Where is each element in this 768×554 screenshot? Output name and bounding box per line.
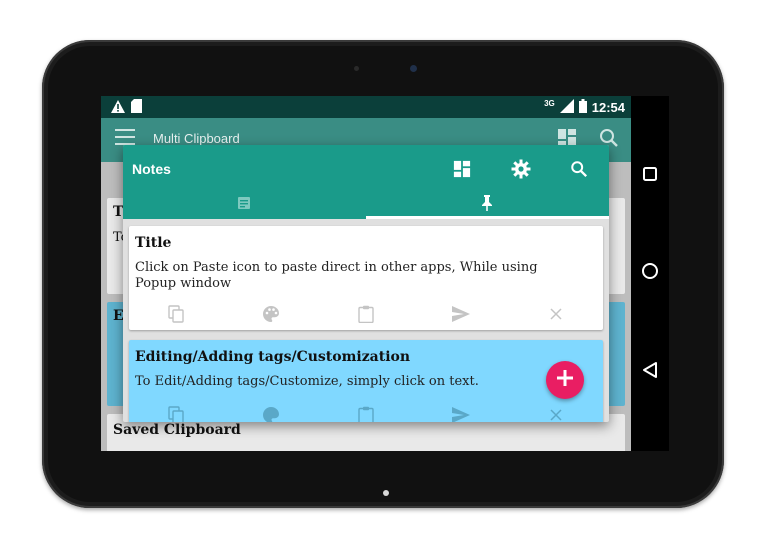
dashboard-icon[interactable] <box>450 157 474 181</box>
notification-led <box>383 490 389 496</box>
front-camera <box>410 65 417 72</box>
square-icon <box>643 166 657 186</box>
tab-notes[interactable] <box>123 191 365 219</box>
paste-icon[interactable] <box>356 304 376 324</box>
gear-icon[interactable] <box>509 157 533 181</box>
note-actions <box>129 302 603 326</box>
notes-popup: Notes Title Click on Paste icon to paste… <box>123 145 609 422</box>
palette-icon[interactable] <box>261 304 281 324</box>
sd-card-icon <box>131 99 142 118</box>
palette-icon[interactable] <box>261 405 281 422</box>
list-item-title: T <box>113 204 124 220</box>
navigation-bar <box>631 96 669 451</box>
signal-icon <box>559 99 574 116</box>
tab-indicator <box>366 216 609 219</box>
note-title[interactable]: Editing/Adding tags/Customization <box>135 349 410 365</box>
warning-icon <box>111 99 125 118</box>
recent-apps-button[interactable] <box>640 166 660 186</box>
note-body[interactable]: To Edit/Adding tags/Customize, simply cl… <box>135 374 575 390</box>
copy-icon[interactable] <box>166 405 186 422</box>
send-icon[interactable] <box>451 405 471 422</box>
pin-icon <box>481 194 493 216</box>
notes-icon <box>237 196 251 215</box>
popup-title: Notes <box>132 161 171 177</box>
plus-icon <box>556 369 574 392</box>
battery-icon <box>578 99 587 116</box>
back-triangle-icon <box>642 361 658 384</box>
circle-icon <box>641 262 659 285</box>
send-icon[interactable] <box>451 304 471 324</box>
paste-icon[interactable] <box>356 405 376 422</box>
note-card[interactable]: Title Click on Paste icon to paste direc… <box>129 226 603 330</box>
status-bar: 3G 12:54 <box>101 96 631 118</box>
note-title[interactable]: Title <box>135 235 171 251</box>
popup-header: Notes <box>123 145 609 219</box>
menu-icon[interactable] <box>115 129 135 145</box>
list-item-title: Saved Clipboard <box>113 422 241 438</box>
close-icon[interactable] <box>546 304 566 324</box>
copy-icon[interactable] <box>166 304 186 324</box>
back-button[interactable] <box>640 361 660 384</box>
close-icon[interactable] <box>546 405 566 422</box>
network-type: 3G <box>544 99 555 108</box>
note-actions <box>129 403 603 422</box>
tab-pinned[interactable] <box>366 191 608 219</box>
sensor <box>354 66 359 71</box>
add-note-button[interactable] <box>546 361 584 399</box>
app-title: Multi Clipboard <box>153 131 240 146</box>
home-button[interactable] <box>640 262 660 285</box>
note-card[interactable]: Editing/Adding tags/Customization To Edi… <box>129 340 603 422</box>
note-body[interactable]: Click on Paste icon to paste direct in o… <box>135 260 575 292</box>
clock: 12:54 <box>591 100 625 115</box>
search-icon[interactable] <box>567 157 591 181</box>
